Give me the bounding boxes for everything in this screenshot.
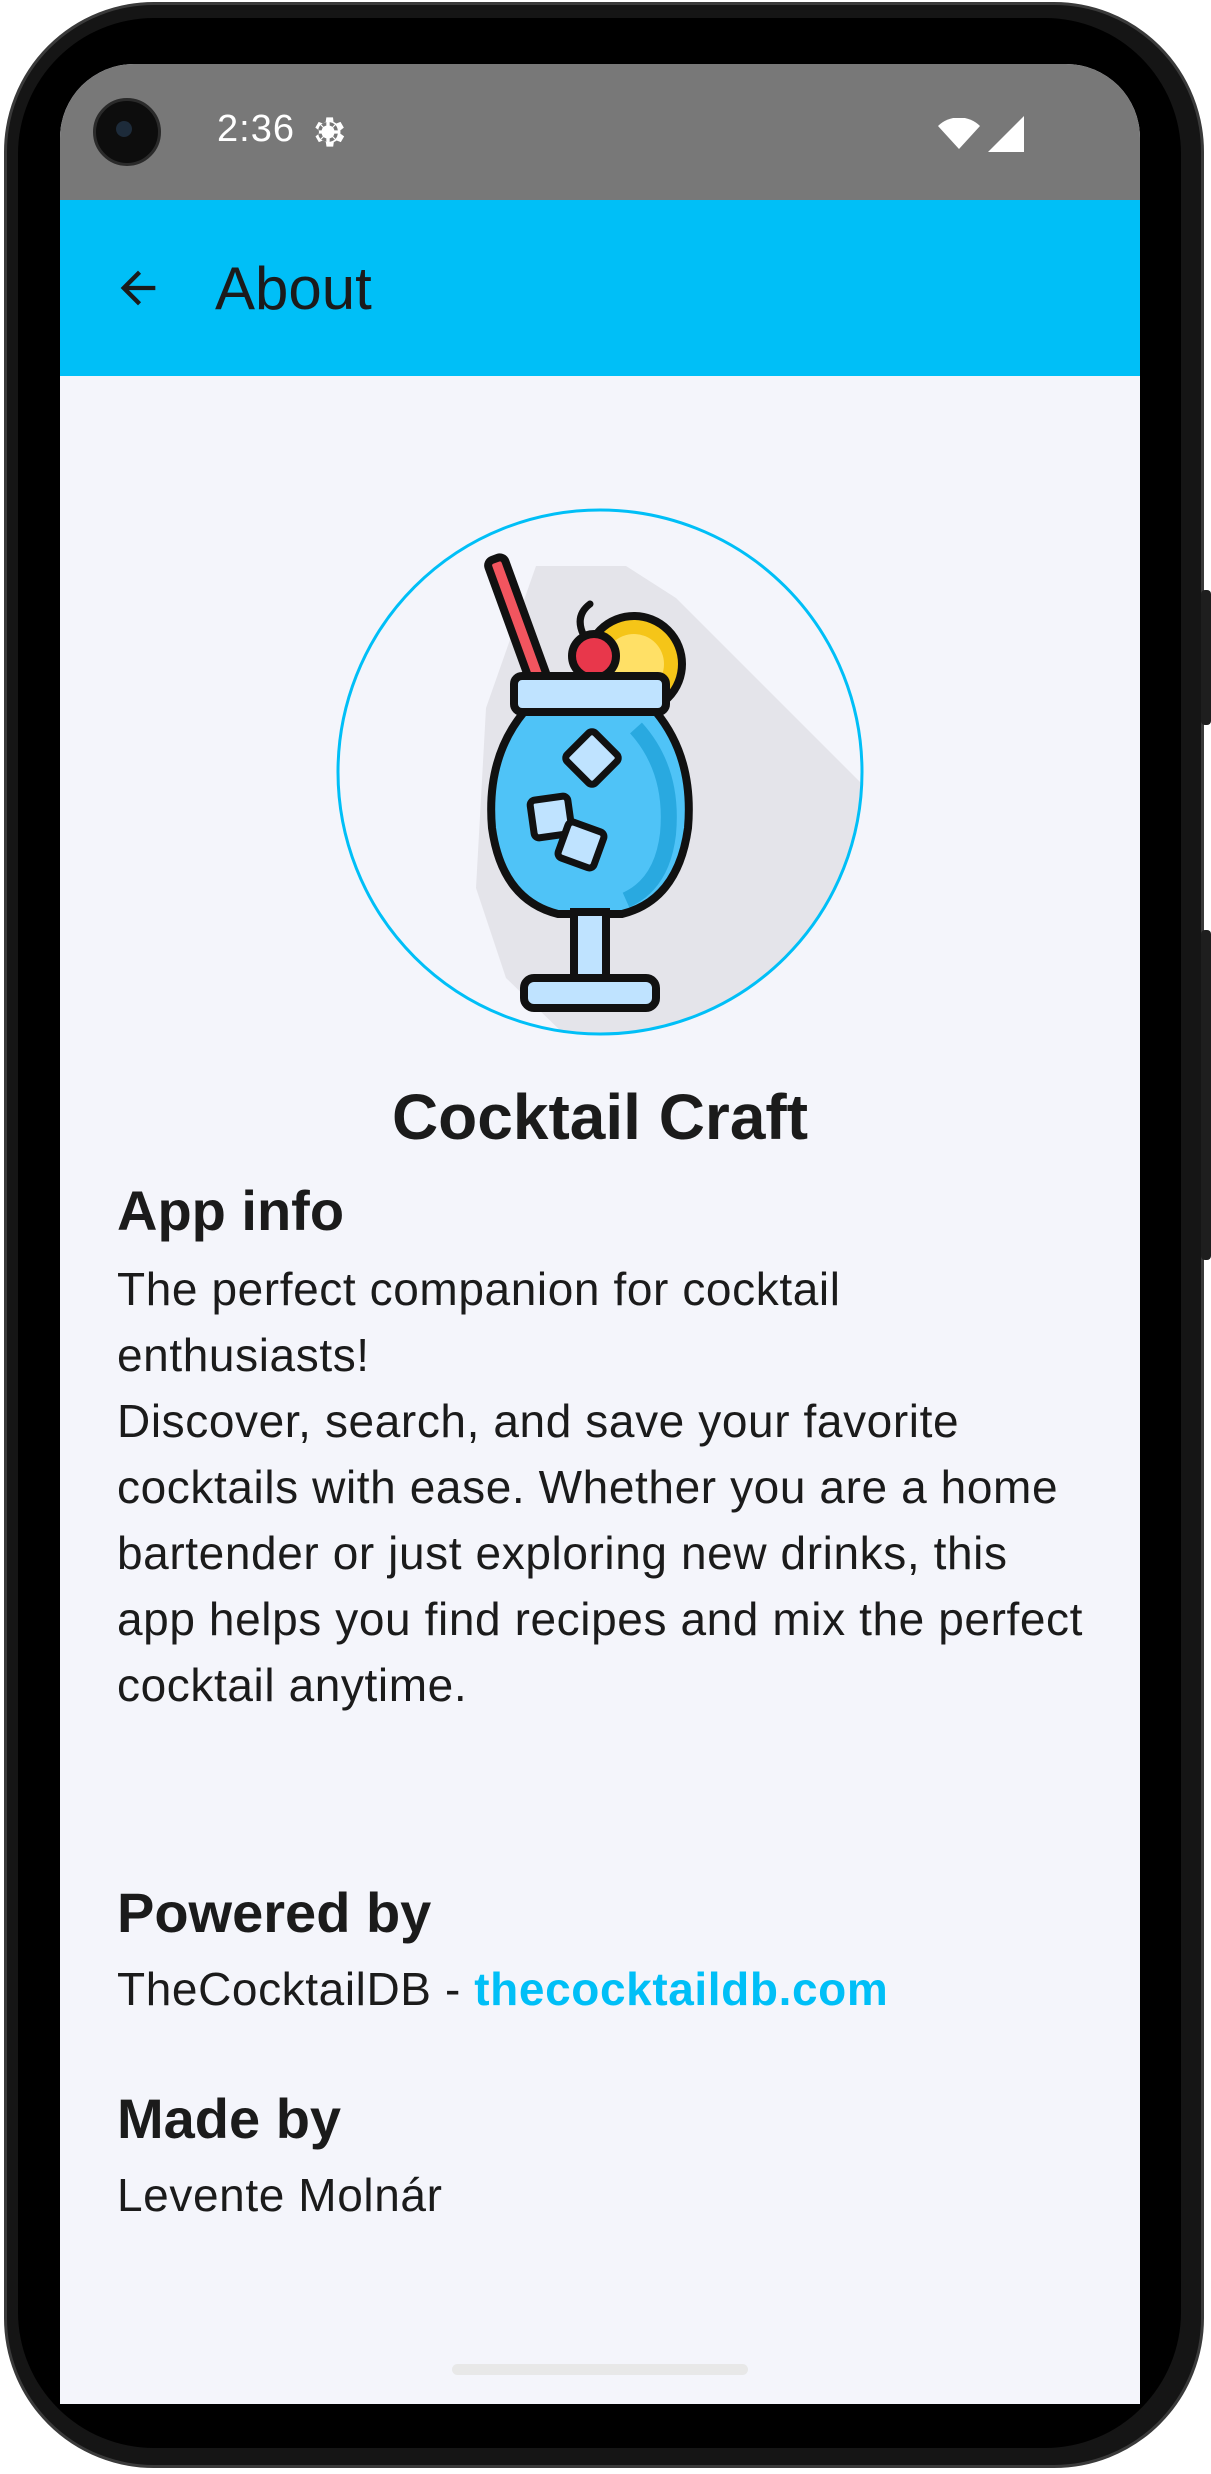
made-by-author: Levente Molnár	[117, 2169, 443, 2221]
app-info-description: Discover, search, and save your favorite…	[117, 1395, 1084, 1711]
app-info-title: App info	[117, 1179, 345, 1242]
app-info-tagline: The perfect companion for cocktail enthu…	[117, 1263, 841, 1381]
powered-by-prefix: TheCocktailDB -	[117, 1963, 475, 2015]
phone-device: 2:36 About Cocktail Craft App info The p…	[0, 0, 1211, 2474]
powered-by-text: TheCocktailDB - thecocktaildb.com	[117, 1956, 1097, 2022]
power-button	[1201, 590, 1211, 725]
cocktail-glass-icon	[336, 508, 864, 1036]
cell-signal-icon	[988, 116, 1024, 152]
back-button[interactable]	[100, 250, 176, 326]
page-title: About	[215, 255, 372, 322]
made-by-title: Made by	[117, 2087, 342, 2150]
arrow-back-icon	[120, 270, 156, 306]
powered-by-title: Powered by	[117, 1881, 432, 1944]
home-gesture-bar[interactable]	[452, 2364, 748, 2375]
volume-button	[1201, 930, 1211, 1260]
app-name: Cocktail Craft	[391, 1081, 809, 1153]
wifi-icon	[938, 118, 980, 149]
status-bar: 2:36	[60, 64, 1140, 200]
made-by-section: Made by Levente Molnár	[117, 2086, 1097, 2228]
status-time: 2:36	[217, 108, 295, 150]
powered-by-section: Powered by TheCocktailDB - thecocktaildb…	[117, 1880, 1097, 2022]
app-info-section: App info The perfect companion for cockt…	[117, 1178, 1097, 1718]
thecocktaildb-link[interactable]: thecocktaildb.com	[474, 1963, 888, 2015]
screen: 2:36 About Cocktail Craft App info The p…	[60, 64, 1140, 2404]
app-bar: About	[60, 200, 1140, 376]
gear-icon	[315, 117, 345, 147]
front-camera	[93, 98, 161, 166]
